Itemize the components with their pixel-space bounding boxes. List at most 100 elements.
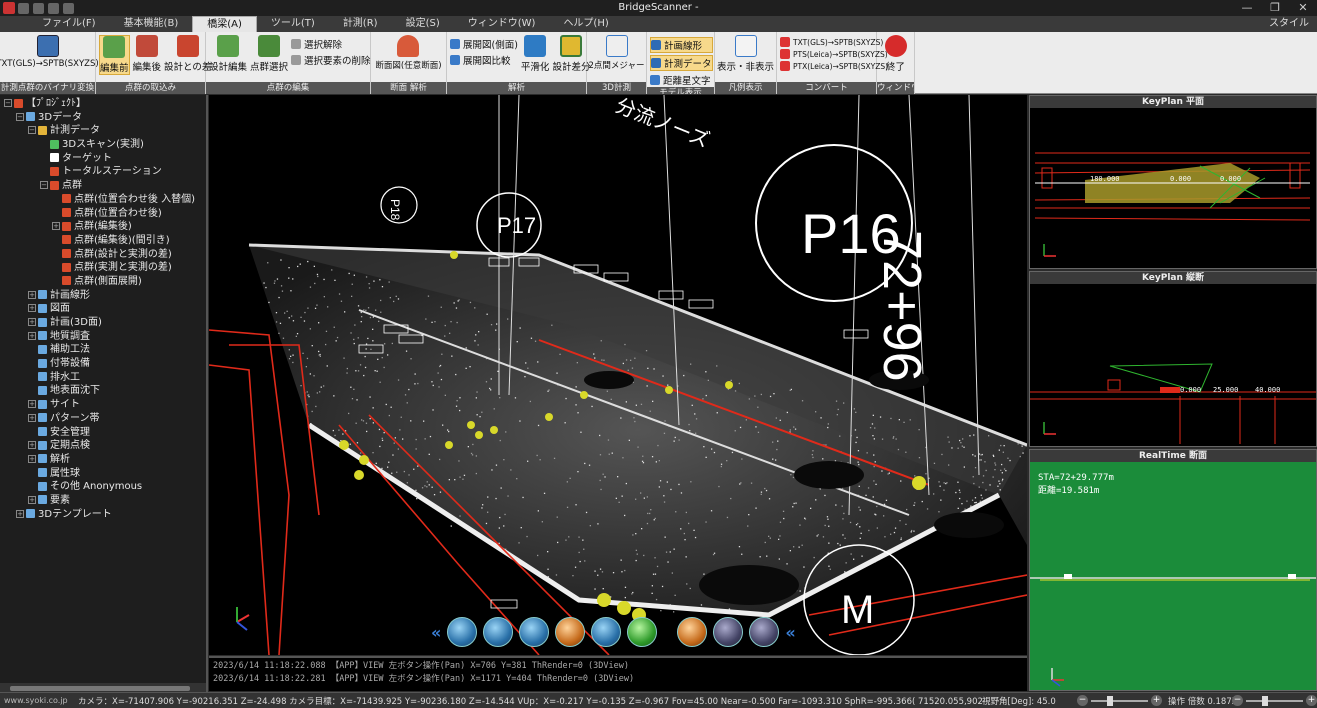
tree-item[interactable]: その他 Anonymous (0, 480, 206, 494)
after-edit-button[interactable]: 編集後 (133, 35, 161, 73)
pan-button[interactable] (483, 617, 514, 647)
distance-text-toggle[interactable]: 距離星文字 (650, 73, 713, 87)
tree-expander-icon[interactable]: + (28, 290, 36, 299)
collapse-right-icon[interactable]: « (785, 623, 795, 642)
tree-item[interactable]: − 計測データ (0, 124, 206, 138)
tree-item[interactable]: − 3Dデータ (0, 111, 206, 125)
tree-item[interactable]: 付帯設備 (0, 357, 206, 371)
tree-item[interactable]: 3Dスキャン(実測) (0, 138, 206, 152)
tree-expander-icon[interactable]: − (4, 99, 12, 107)
tree-expander-icon[interactable]: + (52, 222, 60, 231)
undo-icon[interactable] (63, 2, 74, 14)
convert-txt-small-button[interactable]: TXT(GLS)→SPTB(SXYZS) (780, 37, 888, 47)
zoom-updown-button[interactable] (447, 617, 478, 647)
tree-item[interactable]: − 点群 (0, 179, 206, 193)
menu-settings[interactable]: 設定(S) (392, 16, 454, 32)
convert-ptx-button[interactable]: PTX(Leica)→SPTB(SXYZS) (780, 61, 888, 71)
fov-slider[interactable]: − + (1077, 694, 1162, 707)
delete-selected-button[interactable]: 選択要素の削除 (291, 53, 371, 67)
minimize-button[interactable]: — (1233, 0, 1261, 16)
tree-item[interactable]: 点群(位置合わせ後 入替個) (0, 193, 206, 207)
menu-bridge[interactable]: 橋梁(A) (192, 16, 257, 32)
tree-item[interactable]: +3Dテンプレート (0, 508, 206, 522)
fov-minus-button[interactable]: − (1077, 694, 1088, 706)
tree-expander-icon[interactable]: + (28, 454, 36, 463)
tree-expander-icon[interactable]: + (28, 304, 36, 313)
tree-expander-icon[interactable]: + (28, 400, 36, 409)
tree-item[interactable]: 点群(位置合わせ後) (0, 207, 206, 221)
menu-file[interactable]: ファイル(F) (28, 16, 110, 32)
tree-item[interactable]: 安全管理 (0, 426, 206, 440)
menu-basic[interactable]: 基本機能(B) (110, 16, 193, 32)
tree-item[interactable]: + 計画線形 (0, 289, 206, 303)
measure-2pt-button[interactable]: 2点間メジャー (589, 35, 645, 71)
tree-item[interactable]: − 【ﾌﾟﾛｼﾞｪｸﾄ】 (0, 97, 206, 111)
fov-plus-button[interactable]: + (1151, 694, 1162, 706)
tree-expander-icon[interactable]: + (28, 318, 36, 326)
frame-view-button[interactable] (749, 617, 780, 647)
deselect-button[interactable]: 選択解除 (291, 37, 371, 51)
collapse-left-icon[interactable]: « (431, 623, 441, 642)
tree-item[interactable]: + 解析 (0, 453, 206, 467)
measure-data-toggle[interactable]: 計測データ (650, 55, 713, 71)
fov-knob[interactable] (1107, 695, 1113, 706)
tree-item[interactable]: + 要素 (0, 494, 206, 508)
tree-item[interactable]: + 計画(3D面) (0, 316, 206, 330)
scrollbar-thumb[interactable] (10, 686, 190, 691)
style-dropdown[interactable]: スタイル (1269, 16, 1317, 32)
realtime-section-panel[interactable]: RealTime 断面 STA=72+29.777m 距離=19.581m (1029, 449, 1317, 691)
tree-expander-icon[interactable]: + (16, 509, 24, 518)
menu-help[interactable]: ヘルプ(H) (549, 16, 622, 32)
tree-item[interactable]: + 地質調査 (0, 330, 206, 344)
keyplan-section-panel[interactable]: KeyPlan 縦断 0.000 25.000 40.000 (1029, 271, 1317, 447)
tree-item[interactable]: + 点群(編集後) (0, 220, 206, 234)
tree-item[interactable]: 属性球 (0, 467, 206, 481)
speed-slider[interactable]: − + (1232, 694, 1317, 707)
save-icon[interactable] (48, 2, 59, 14)
tree-item[interactable]: トータルステーション (0, 165, 206, 179)
tree-item[interactable]: ターゲット (0, 152, 206, 166)
target-center-button[interactable] (591, 617, 622, 647)
walk-button[interactable] (627, 617, 658, 647)
before-edit-button[interactable]: 編集前 (99, 35, 130, 75)
design-edit-button[interactable]: 設計編集 (209, 35, 247, 73)
tree-item[interactable]: 点群(側面展開) (0, 275, 206, 289)
tree-item[interactable]: 補助工法 (0, 343, 206, 357)
tree-expander-icon[interactable]: + (28, 495, 36, 504)
close-button[interactable]: ✕ (1289, 0, 1317, 16)
tree-expander-icon[interactable]: + (28, 331, 36, 340)
keyplan-plan-panel[interactable]: KeyPlan 平面 180.000 0.000 0.000 (1029, 95, 1317, 269)
development-side-button[interactable]: 展開図(側面) (450, 37, 518, 51)
convert-pts-button[interactable]: PTS(Leica)→SPTB(SXYZS) (780, 49, 888, 59)
tree-item[interactable]: 点群(実測と実測の差) (0, 261, 206, 275)
plan-alignment-toggle[interactable]: 計画線形 (650, 37, 713, 53)
tree-item[interactable]: 地表面沈下 (0, 384, 206, 398)
section-view-button[interactable]: 断面図(任意断面) (375, 35, 442, 71)
tree-item[interactable]: 点群(設計と実測の差) (0, 248, 206, 262)
menu-window[interactable]: ウィンドウ(W) (454, 16, 550, 32)
tree-item[interactable]: + 図面 (0, 302, 206, 316)
cube-view-button[interactable] (677, 617, 708, 647)
smoothing-button[interactable]: 平滑化 (521, 35, 549, 73)
rotate-button[interactable] (519, 617, 550, 647)
new-file-icon[interactable] (18, 2, 29, 14)
tree-item[interactable]: + パターン帯 (0, 412, 206, 426)
tree-item[interactable]: + サイト (0, 398, 206, 412)
maximize-button[interactable]: ❐ (1261, 0, 1289, 16)
speed-minus-button[interactable]: − (1232, 694, 1243, 706)
section-box-button[interactable] (713, 617, 744, 647)
menu-tools[interactable]: ツール(T) (257, 16, 329, 32)
menu-measure[interactable]: 計測(R) (329, 16, 392, 32)
open-folder-icon[interactable] (33, 2, 44, 14)
tree-expander-icon[interactable]: − (28, 126, 36, 135)
legend-toggle-button[interactable]: 表示・非表示 (717, 35, 774, 73)
tree-item[interactable]: 点群(編集後)(間引き) (0, 234, 206, 248)
tree-expander-icon[interactable]: + (28, 441, 36, 450)
speed-knob[interactable] (1262, 695, 1268, 706)
speed-plus-button[interactable]: + (1306, 694, 1317, 706)
design-diff-button[interactable]: 設計との差 (164, 35, 211, 73)
tree-expander-icon[interactable]: + (28, 413, 36, 422)
tree-item[interactable]: + 定期点検 (0, 439, 206, 453)
convert-txt-button[interactable]: TXT(GLS)→SPTB(SXYZS) (0, 35, 99, 69)
tree-item[interactable]: 排水工 (0, 371, 206, 385)
